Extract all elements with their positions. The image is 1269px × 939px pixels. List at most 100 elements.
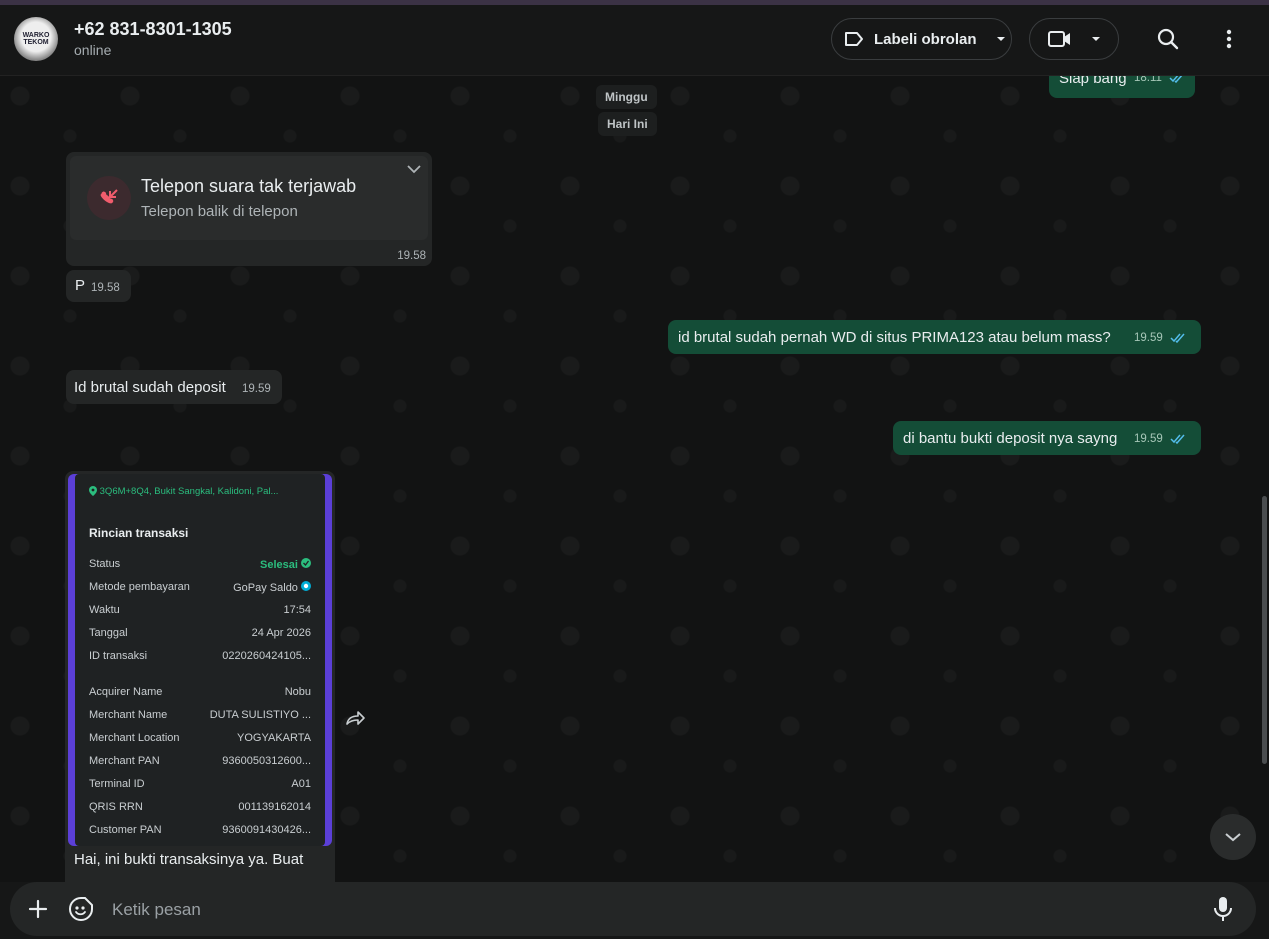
receipt-row: Customer PAN 9360091430426...	[89, 824, 311, 836]
menu-button[interactable]	[1216, 26, 1242, 52]
label-icon	[845, 32, 863, 46]
receipt-row: ID transaksi 0220260424105...	[89, 650, 311, 662]
receipt-label: Customer PAN	[89, 824, 162, 836]
search-button[interactable]	[1155, 26, 1181, 52]
forward-button[interactable]	[344, 709, 366, 732]
double-check-icon	[1169, 76, 1183, 84]
contact-avatar[interactable]: WARKO TEKOM	[14, 17, 58, 61]
message-text: Id brutal sudah deposit	[74, 379, 226, 396]
receipt-label: Merchant Name	[89, 709, 168, 721]
receipt-row-status: Status Selesai	[89, 558, 311, 571]
double-check-icon	[1170, 434, 1185, 445]
message-outgoing[interactable]: Siap bang 18.11	[1049, 76, 1195, 98]
plus-icon[interactable]	[26, 897, 50, 921]
message-time: 18.11	[1134, 76, 1162, 84]
video-call-button[interactable]	[1029, 18, 1119, 60]
double-check-icon	[1170, 333, 1185, 344]
sticker-emoji-icon[interactable]	[68, 896, 94, 922]
image-caption: Hai, ini bukti transaksinya ya. Buat	[74, 851, 304, 868]
chevron-down-icon	[1225, 833, 1241, 842]
receipt-row: Tanggal 24 Apr 2026	[89, 627, 311, 639]
receipt-value: 9360091430426...	[222, 824, 311, 836]
receipt-content: 3Q6M+8Q4, Bukit Sangkal, Kalidoni, Pal..…	[75, 474, 325, 846]
receipt-value: 17:54	[283, 604, 311, 616]
location-pin-icon	[89, 486, 97, 497]
label-chat-text: Labeli obrolan	[874, 30, 977, 48]
message-text: Siap bang	[1059, 76, 1127, 87]
chat-scrollbar[interactable]	[1262, 496, 1267, 764]
forward-icon	[346, 711, 365, 725]
message-incoming[interactable]: P 19.58	[66, 270, 131, 302]
receipt-value: 9360050312600...	[222, 755, 311, 767]
receipt-value: Nobu	[284, 686, 311, 698]
receipt-value: 24 Apr 2026	[251, 627, 311, 639]
missed-call-icon	[100, 189, 118, 204]
receipt-label: Acquirer Name	[89, 686, 163, 698]
receipt-status-value: Selesai	[260, 559, 298, 571]
image-message[interactable]: 3Q6M+8Q4, Bukit Sangkal, Kalidoni, Pal..…	[65, 471, 335, 882]
receipt-label: Status	[89, 558, 121, 570]
gopay-icon	[301, 581, 311, 591]
check-circle-icon	[301, 558, 311, 568]
call-subtitle: Telepon balik di telepon	[141, 203, 298, 220]
receipt-value: 001139162014	[238, 801, 311, 813]
receipt-label: Waktu	[89, 604, 120, 616]
contact-status: online	[74, 42, 112, 58]
receipt-row: Terminal ID A01	[89, 778, 311, 790]
chevron-down-icon	[1092, 37, 1100, 41]
scroll-to-bottom-button[interactable]	[1210, 814, 1256, 860]
call-title: Telepon suara tak terjawab	[141, 176, 357, 196]
receipt-row: QRIS RRN 001139162014	[89, 801, 311, 813]
receipt-image[interactable]: 3Q6M+8Q4, Bukit Sangkal, Kalidoni, Pal..…	[68, 474, 332, 846]
receipt-value: DUTA SULISTIYO ...	[209, 709, 311, 721]
avatar-text: WARKO TEKOM	[22, 32, 50, 46]
message-outgoing[interactable]: di bantu bukti deposit nya sayng 19.59	[893, 421, 1201, 455]
receipt-value: A01	[291, 778, 311, 790]
message-input[interactable]	[110, 894, 1174, 926]
receipt-row: Merchant Location YOGYAKARTA	[89, 732, 311, 744]
receipt-location-text: 3Q6M+8Q4, Bukit Sangkal, Kalidoni, Pal..…	[99, 486, 279, 497]
receipt-label: Tanggal	[89, 627, 128, 639]
contact-name[interactable]: +62 831-8301-1305	[74, 19, 232, 40]
message-time: 19.58	[91, 282, 120, 294]
receipt-value: 0220260424105...	[222, 650, 311, 662]
receipt-value: GoPay Saldo	[233, 582, 298, 594]
chevron-down-icon[interactable]	[406, 164, 422, 174]
receipt-row: Merchant Name DUTA SULISTIYO ...	[89, 709, 311, 721]
message-list[interactable]: Siap bang 18.11 Minggu Hari Ini Telepon …	[0, 76, 1269, 882]
receipt-row: Merchant PAN 9360050312600...	[89, 755, 311, 767]
message-time: 19.58	[397, 250, 426, 262]
microphone-icon[interactable]	[1214, 896, 1232, 922]
receipt-label: Metode pembayaran	[89, 581, 190, 593]
receipt-label: QRIS RRN	[89, 801, 143, 813]
message-composer	[10, 882, 1256, 936]
receipt-row: Waktu 17:54	[89, 604, 311, 616]
message-text: P	[75, 277, 86, 294]
receipt-label: Merchant Location	[89, 732, 180, 744]
date-divider: Hari Ini	[598, 112, 657, 136]
receipt-label: Terminal ID	[89, 778, 145, 790]
more-vertical-icon	[1226, 29, 1232, 49]
video-camera-icon	[1048, 31, 1070, 47]
missed-call-badge	[87, 176, 131, 220]
receipt-label: ID transaksi	[89, 650, 148, 662]
message-incoming[interactable]: Id brutal sudah deposit 19.59	[66, 370, 282, 404]
receipt-row: Metode pembayaran GoPay Saldo	[89, 581, 311, 594]
receipt-location: 3Q6M+8Q4, Bukit Sangkal, Kalidoni, Pal..…	[89, 486, 278, 497]
message-time: 19.59	[1134, 433, 1163, 445]
search-icon	[1157, 28, 1179, 50]
missed-call-card[interactable]: Telepon suara tak terjawab Telepon balik…	[66, 152, 432, 266]
label-chat-button[interactable]: Labeli obrolan	[831, 18, 1012, 60]
message-time: 19.59	[242, 383, 271, 395]
date-divider: Minggu	[596, 85, 657, 109]
chat-header: WARKO TEKOM +62 831-8301-1305 online Lab…	[0, 5, 1269, 76]
receipt-label: Merchant PAN	[89, 755, 160, 767]
receipt-title: Rincian transaksi	[89, 526, 189, 540]
receipt-row: Acquirer Name Nobu	[89, 686, 311, 698]
message-outgoing[interactable]: id brutal sudah pernah WD di situs PRIMA…	[668, 320, 1201, 354]
message-text: di bantu bukti deposit nya sayng	[903, 430, 1118, 447]
message-text: id brutal sudah pernah WD di situs PRIMA…	[678, 329, 1111, 346]
receipt-value: YOGYAKARTA	[237, 732, 311, 744]
message-time: 19.59	[1134, 332, 1163, 344]
missed-call-details[interactable]: Telepon suara tak terjawab Telepon balik…	[70, 156, 428, 240]
